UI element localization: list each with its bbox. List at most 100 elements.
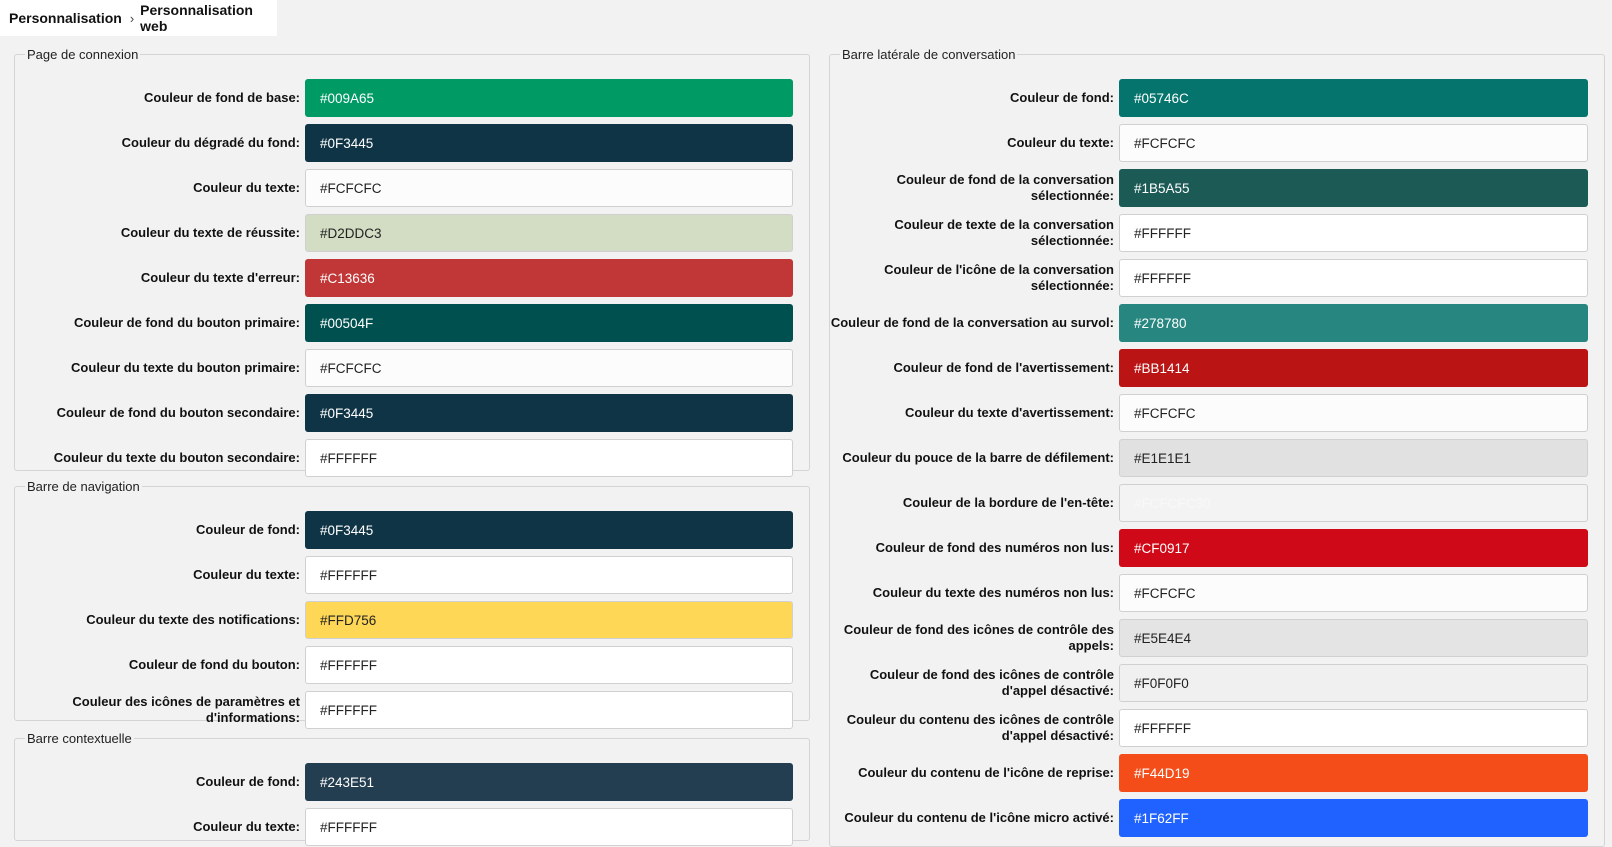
color-value-input[interactable]: #0F3445 [305, 511, 793, 549]
color-setting-row: Couleur de fond: #243E51 [15, 763, 809, 801]
color-setting-row: Couleur de fond des numéros non lus: #CF0… [830, 529, 1604, 567]
color-setting-row: Couleur du texte d'avertissement: #FCFCFC [830, 394, 1604, 432]
color-setting-label: Couleur de texte de la conversation séle… [894, 217, 1114, 248]
color-setting-label: Couleur des icônes de paramètres et d'in… [72, 694, 300, 725]
color-value-input[interactable]: #00504F [305, 304, 793, 342]
color-value-input[interactable]: #FFFFFF [305, 556, 793, 594]
color-setting-row: Couleur de la bordure de l'en-tête: #FCFC… [830, 484, 1604, 522]
color-value-input[interactable]: #FCFCFC [1119, 574, 1588, 612]
color-setting-row: Couleur des icônes de paramètres et d'in… [15, 691, 809, 729]
section-title: Barre contextuelle [27, 731, 132, 746]
section-navigation: Barre de navigation Couleur de fond: #0F3… [14, 479, 810, 729]
color-value-input[interactable]: #243E51 [305, 763, 793, 801]
color-value-input[interactable]: #F0F0F0 [1119, 664, 1588, 702]
color-setting-label: Couleur de fond des icônes de contrôle d… [869, 667, 1114, 698]
color-setting-row: Couleur de texte de la conversation séle… [830, 214, 1604, 252]
color-setting-row: Couleur de fond des icônes de contrôle d… [830, 664, 1604, 702]
color-setting-label: Couleur de fond: [196, 522, 300, 537]
color-setting-label: Couleur du contenu de l'icône micro acti… [844, 810, 1114, 825]
color-value-input[interactable]: #F44D19 [1119, 754, 1588, 792]
color-setting-label: Couleur de fond de base: [143, 90, 300, 105]
color-value-input[interactable]: #E1E1E1 [1119, 439, 1588, 477]
section-title: Barre latérale de conversation [842, 47, 1016, 62]
breadcrumb-separator-icon: › [129, 10, 135, 26]
color-setting-label: Couleur de fond de la conversation au su… [830, 315, 1114, 330]
color-value-input[interactable]: #FFD756 [305, 601, 793, 639]
color-setting-row: Couleur du contenu de l'icône micro acti… [830, 799, 1604, 837]
color-setting-label: Couleur de fond de l'avertissement: [893, 360, 1114, 375]
color-value-input[interactable]: #BB1414 [1119, 349, 1588, 387]
color-value-input[interactable]: #D2DDC3 [305, 214, 793, 252]
color-value-input[interactable]: #FFFFFF [305, 439, 793, 477]
color-setting-row: Couleur du texte: #FCFCFC [15, 169, 809, 207]
color-setting-label: Couleur de l'icône de la conversation sé… [884, 262, 1114, 293]
section-laterale: Barre latérale de conversation Couleur d… [829, 47, 1605, 847]
color-setting-label: Couleur de fond de la conversation sélec… [896, 172, 1114, 203]
section-title: Page de connexion [27, 47, 139, 62]
color-setting-row: Couleur du texte de réussite: #D2DDC3 [15, 214, 809, 252]
color-setting-label: Couleur du texte de réussite: [120, 225, 300, 240]
color-setting-row: Couleur de fond de base: #009A65 [15, 79, 809, 117]
color-value-input[interactable]: #FFFFFF [305, 808, 793, 846]
color-setting-row: Couleur de fond: #05746C [830, 79, 1604, 117]
color-setting-label: Couleur du texte: [193, 819, 300, 834]
breadcrumb: Personnalisation › Personnalisation web [0, 0, 277, 36]
color-value-input[interactable]: #FCFCFC30 [1119, 484, 1588, 522]
color-setting-row: Couleur de fond de l'avertissement: #BB14… [830, 349, 1604, 387]
color-setting-label: Couleur du contenu des icônes de contrôl… [846, 712, 1114, 743]
color-value-input[interactable]: #278780 [1119, 304, 1588, 342]
color-value-input[interactable]: #CF0917 [1119, 529, 1588, 567]
color-setting-row: Couleur de fond du bouton primaire: #0050… [15, 304, 809, 342]
color-value-input[interactable]: #E5E4E4 [1119, 619, 1588, 657]
color-setting-row: Couleur du texte: #FCFCFC [830, 124, 1604, 162]
color-setting-row: Couleur du pouce de la barre de défileme… [830, 439, 1604, 477]
color-setting-row: Couleur de fond des icônes de contrôle d… [830, 619, 1604, 657]
color-setting-row: Couleur du texte: #FFFFFF [15, 808, 809, 846]
color-value-input[interactable]: #FFFFFF [1119, 709, 1588, 747]
color-setting-row: Couleur du texte d'erreur: #C13636 [15, 259, 809, 297]
color-setting-label: Couleur de fond du bouton secondaire: [56, 405, 300, 420]
color-setting-row: Couleur du texte des notifications: #FFD7… [15, 601, 809, 639]
color-setting-label: Couleur du texte d'erreur: [140, 270, 300, 285]
color-setting-label: Couleur du dégradé du fond: [121, 135, 300, 150]
color-setting-label: Couleur du texte du bouton secondaire: [53, 450, 300, 465]
color-setting-label: Couleur du texte: [193, 567, 300, 582]
color-value-input[interactable]: #009A65 [305, 79, 793, 117]
color-value-input[interactable]: #FFFFFF [1119, 214, 1588, 252]
breadcrumb-root[interactable]: Personnalisation [9, 10, 122, 26]
color-setting-row: Couleur du texte: #FFFFFF [15, 556, 809, 594]
color-setting-row: Couleur de fond du bouton: #FFFFFF [15, 646, 809, 684]
color-setting-row: Couleur du texte du bouton secondaire: #F… [15, 439, 809, 477]
breadcrumb-current: Personnalisation web [140, 2, 253, 34]
color-value-input[interactable]: #FFFFFF [1119, 259, 1588, 297]
color-value-input[interactable]: #1B5A55 [1119, 169, 1588, 207]
section-connexion: Page de connexion Couleur de fond de bas… [14, 47, 810, 477]
color-setting-label: Couleur de fond: [196, 774, 300, 789]
color-value-input[interactable]: #FCFCFC [1119, 394, 1588, 432]
color-value-input[interactable]: #0F3445 [305, 394, 793, 432]
color-setting-label: Couleur du contenu de l'icône de reprise… [858, 765, 1114, 780]
color-value-input[interactable]: #FCFCFC [1119, 124, 1588, 162]
color-setting-label: Couleur du texte: [193, 180, 300, 195]
color-value-input[interactable]: #FFFFFF [305, 646, 793, 684]
color-setting-row: Couleur du dégradé du fond: #0F3445 [15, 124, 809, 162]
color-setting-label: Couleur de fond du bouton: [128, 657, 300, 672]
color-value-input[interactable]: #0F3445 [305, 124, 793, 162]
color-setting-row: Couleur du contenu de l'icône de reprise… [830, 754, 1604, 792]
color-value-input[interactable]: #C13636 [305, 259, 793, 297]
color-setting-row: Couleur de fond: #0F3445 [15, 511, 809, 549]
color-value-input[interactable]: #FCFCFC [305, 169, 793, 207]
color-setting-label: Couleur de fond des numéros non lus: [875, 540, 1114, 555]
color-value-input[interactable]: #05746C [1119, 79, 1588, 117]
color-setting-row: Couleur de fond de la conversation sélec… [830, 169, 1604, 207]
color-value-input[interactable]: #FFFFFF [305, 691, 793, 729]
color-setting-label: Couleur de fond du bouton primaire: [73, 315, 300, 330]
color-setting-label: Couleur du texte: [1007, 135, 1114, 150]
color-setting-label: Couleur du texte des notifications: [86, 612, 300, 627]
section-title: Barre de navigation [27, 479, 140, 494]
color-setting-row: Couleur du texte des numéros non lus: #FC… [830, 574, 1604, 612]
color-setting-label: Couleur du texte des numéros non lus: [872, 585, 1114, 600]
color-value-input[interactable]: #1F62FF [1119, 799, 1588, 837]
color-setting-row: Couleur de fond de la conversation au su… [830, 304, 1604, 342]
color-value-input[interactable]: #FCFCFC [305, 349, 793, 387]
